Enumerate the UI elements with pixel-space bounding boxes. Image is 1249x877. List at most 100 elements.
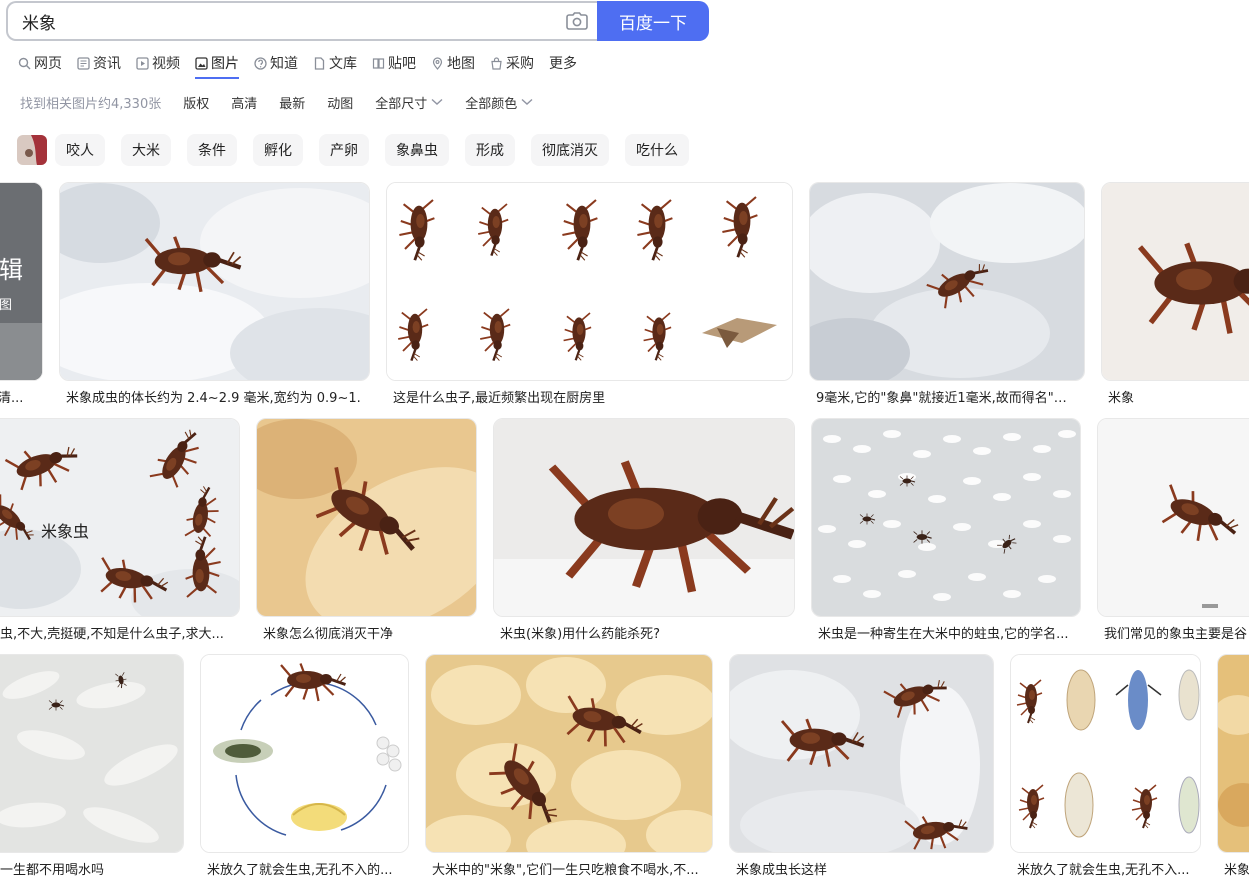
tab-label: 知道	[270, 56, 298, 72]
image-card[interactable]: 米象成虫的体长约为 2.4~2.9 毫米,宽约为 0.9~1.	[59, 182, 370, 406]
image-caption: 这是什么虫子,最近频繁出现在厨房里	[393, 391, 606, 406]
tab-label: 图片	[211, 56, 239, 72]
tag-item[interactable]: 大米	[121, 134, 171, 166]
tab-caigou[interactable]: 采购	[490, 52, 534, 74]
overlay-text: 图	[0, 298, 12, 313]
search-input[interactable]	[22, 11, 557, 31]
tab-wenku[interactable]: 文库	[313, 52, 357, 74]
tag-item[interactable]: 吃什么	[625, 134, 689, 166]
image-thumbnail[interactable]: 米象虫	[0, 418, 240, 617]
image-caption: 米虫(米象)用什么药能杀死?	[500, 627, 661, 642]
overlay-text: 米象虫	[41, 522, 89, 541]
image-thumbnail[interactable]	[809, 182, 1085, 381]
tab-map[interactable]: 地图	[431, 52, 475, 74]
tag-item[interactable]: 彻底消灭	[531, 134, 609, 166]
filter-color-label: 全部颜色	[465, 96, 518, 112]
image-card[interactable]: 米象虫 虫,不大,壳挺硬,不知是什么虫子,求大...	[0, 418, 240, 642]
search-bar: 百度一下	[6, 1, 709, 41]
image-card[interactable]: 米放久了就会生虫,无孔不入...	[1010, 654, 1201, 877]
tab-label: 贴吧	[388, 56, 416, 72]
tag-item[interactable]: 产卵	[319, 134, 369, 166]
image-caption: 米象	[1108, 391, 1135, 406]
filter-latest[interactable]: 最新	[279, 93, 305, 112]
image-caption: 米虫是一种寄生在大米中的蛀虫,它的学名...	[818, 627, 1069, 642]
image-caption: 大米中的"米象",它们一生只吃粮食不喝水,不...	[432, 863, 699, 877]
tab-label: 网页	[34, 56, 62, 72]
tag-item[interactable]: 象鼻虫	[385, 134, 449, 166]
tab-zhidao[interactable]: 知道	[254, 52, 298, 74]
search-button[interactable]: 百度一下	[597, 1, 709, 41]
image-thumbnail[interactable]	[1101, 182, 1249, 381]
related-tags: 咬人 大米 条件 孵化 产卵 象鼻虫 形成 彻底消灭 吃什么	[17, 134, 705, 166]
video-icon	[136, 56, 149, 70]
tab-video[interactable]: 视频	[136, 52, 180, 74]
image-thumbnail[interactable]	[200, 654, 409, 853]
image-card[interactable]: 9毫米,它的"象鼻"就接近1毫米,故而得名"米...	[809, 182, 1085, 406]
shopping-icon	[490, 56, 503, 70]
image-thumbnail[interactable]	[1010, 654, 1201, 853]
filter-copyright[interactable]: 版权	[183, 93, 209, 112]
image-thumbnail[interactable]	[811, 418, 1081, 617]
tab-tieba[interactable]: 贴吧	[372, 52, 416, 74]
image-card[interactable]: 米虫是一种寄生在大米中的蛀虫,它的学名...	[811, 418, 1081, 642]
filter-size-label: 全部尺寸	[375, 96, 428, 112]
tab-label: 地图	[447, 56, 475, 72]
image-caption: 一生都不用喝水吗	[0, 863, 105, 877]
image-caption: 米象成虫长这样	[736, 863, 828, 877]
image-card[interactable]: 一生都不用喝水吗	[0, 654, 184, 877]
image-card[interactable]: 米象	[1101, 182, 1249, 406]
image-caption: 米象怎么彻底消灭干净	[263, 627, 394, 642]
image-card[interactable]: 我们常见的象虫主要是谷	[1097, 418, 1249, 642]
image-caption: 虫,不大,壳挺硬,不知是什么虫子,求大...	[0, 627, 224, 642]
overlay-text: 辑	[0, 256, 23, 284]
camera-icon[interactable]	[557, 3, 597, 39]
tab-images[interactable]: 图片	[195, 52, 239, 79]
image-card[interactable]: 米象成虫长这样	[729, 654, 994, 877]
image-thumbnail[interactable]	[425, 654, 713, 853]
filter-hd[interactable]: 高清	[231, 93, 257, 112]
image-thumbnail[interactable]	[729, 654, 994, 853]
image-card[interactable]: 米象怎么彻底消灭干净	[256, 418, 477, 642]
tab-label: 更多	[549, 56, 577, 72]
map-pin-icon	[431, 56, 444, 70]
image-caption: 米放久了就会生虫,无孔不入的...	[207, 863, 393, 877]
image-card[interactable]: 这是什么虫子,最近频繁出现在厨房里	[386, 182, 793, 406]
image-thumbnail[interactable]	[493, 418, 795, 617]
document-icon	[313, 56, 326, 70]
tab-web[interactable]: 网页	[18, 52, 62, 74]
filter-animated[interactable]: 动图	[327, 93, 353, 112]
tag-item[interactable]: 条件	[187, 134, 237, 166]
image-card[interactable]: 辑 图 清...	[0, 182, 43, 406]
search-icon	[18, 57, 31, 70]
image-card[interactable]: 米放久了就会生虫,无孔不入的...	[200, 654, 409, 877]
tab-news[interactable]: 资讯	[77, 52, 121, 74]
tieba-icon	[372, 57, 385, 70]
tab-label: 资讯	[93, 56, 121, 72]
image-thumbnail[interactable]: 辑 图	[0, 182, 43, 381]
tag-item[interactable]: 咬人	[55, 134, 105, 166]
tag-thumbnail[interactable]	[17, 135, 47, 165]
image-card[interactable]: 大米中的"米象",它们一生只吃粮食不喝水,不...	[425, 654, 713, 877]
image-card[interactable]: 米虫(米象)用什么药能杀死?	[493, 418, 795, 642]
tag-item[interactable]: 形成	[465, 134, 515, 166]
filter-color-dropdown[interactable]: 全部颜色	[465, 93, 533, 112]
image-thumbnail[interactable]	[59, 182, 370, 381]
chevron-down-icon	[431, 98, 443, 106]
image-thumbnail[interactable]	[256, 418, 477, 617]
image-caption: 9毫米,它的"象鼻"就接近1毫米,故而得名"米...	[816, 391, 1078, 406]
image-thumbnail[interactable]	[0, 654, 184, 853]
image-icon	[195, 56, 208, 70]
image-card[interactable]: 米象	[1217, 654, 1249, 877]
filter-size-dropdown[interactable]: 全部尺寸	[375, 93, 443, 112]
image-thumbnail[interactable]	[1217, 654, 1249, 853]
question-icon	[254, 56, 267, 70]
search-box	[6, 1, 597, 41]
image-caption: 我们常见的象虫主要是谷	[1104, 627, 1248, 642]
tab-more[interactable]: 更多	[549, 52, 577, 74]
image-caption: 米放久了就会生虫,无孔不入...	[1017, 863, 1190, 877]
tag-item[interactable]: 孵化	[253, 134, 303, 166]
result-count: 找到相关图片约4,330张	[20, 96, 162, 112]
tab-label: 视频	[152, 56, 180, 72]
image-thumbnail[interactable]	[1097, 418, 1249, 617]
image-thumbnail[interactable]	[386, 182, 793, 381]
